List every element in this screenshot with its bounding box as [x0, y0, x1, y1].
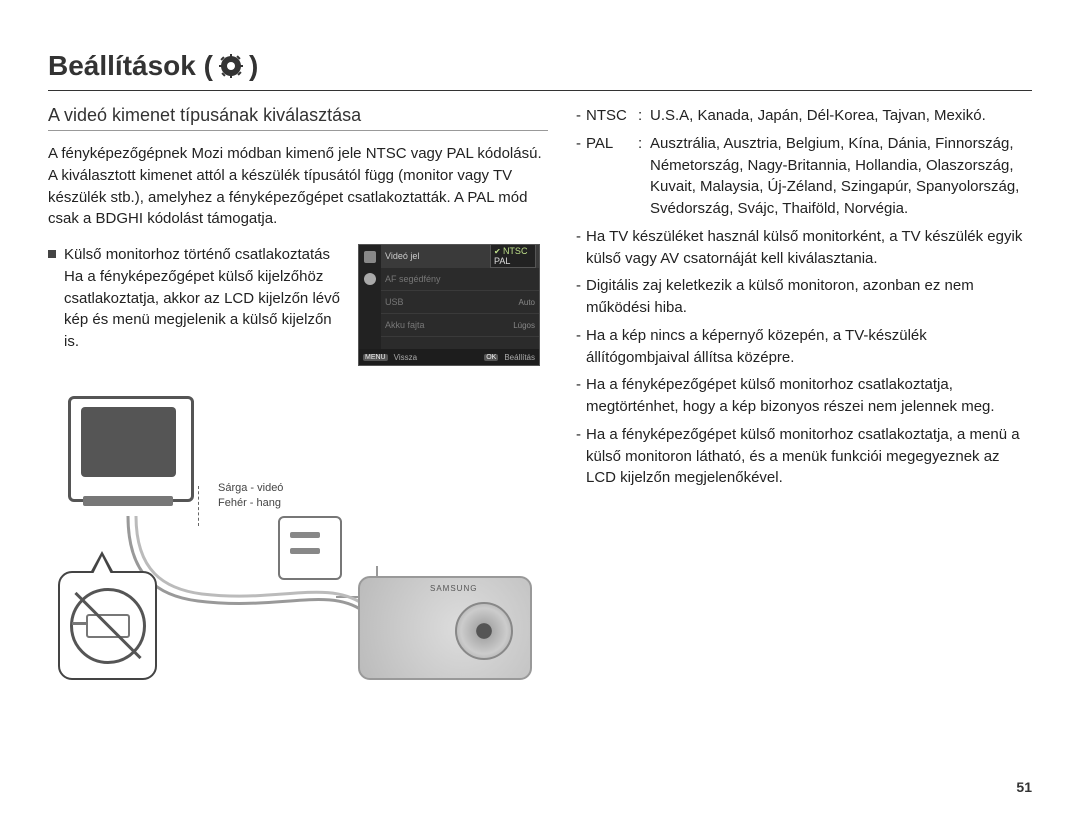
info-bullet: - Ha a fényképezőgépet külső monitorhoz …: [576, 374, 1032, 418]
page-title-prefix: Beállítások (: [48, 50, 213, 82]
title-rule: [48, 90, 1032, 91]
page-title: Beállítások ( ): [48, 50, 1032, 88]
camera-menu-rows: Videó jel NTSC PAL AF segédfény: [381, 245, 539, 349]
bullet-body: Ha a fényképezőgépet külső kijelzőhöz cs…: [64, 268, 340, 350]
page-title-suffix: ): [249, 50, 258, 82]
connection-illustration: Sárga - videó Fehér - hang SAMSUNG: [48, 386, 548, 706]
def-key: PAL: [586, 133, 638, 155]
menu-row-battery[interactable]: Akku fajta Lúgos: [381, 314, 539, 337]
menu-option-ntsc[interactable]: NTSC: [494, 246, 527, 256]
menu-option-pal[interactable]: PAL: [494, 256, 510, 266]
info-bullet: - Ha TV készüléket használ külső monitor…: [576, 226, 1032, 270]
crt-tv-icon: [68, 396, 194, 502]
bullet-block: Külső monitorhoz történő csatlakoztatás …: [48, 244, 548, 366]
def-row-ntsc: - NTSC : U.S.A, Kanada, Japán, Dél-Korea…: [576, 105, 1032, 127]
menu-back-label: Vissza: [394, 353, 417, 362]
dash-icon: -: [576, 226, 586, 248]
bullet-title: Külső monitorhoz történő csatlakoztatás: [64, 246, 330, 263]
bullet-text: Külső monitorhoz történő csatlakoztatás …: [64, 244, 344, 353]
menu-row-value: Lúgos: [513, 321, 535, 330]
menu-ok-label: Beállítás: [504, 353, 535, 362]
crt-tv-base: [83, 496, 173, 506]
info-text: Ha a fényképezőgépet külső monitorhoz cs…: [586, 424, 1032, 489]
wall-plug-icon: [86, 614, 130, 638]
settings-gear-icon: [364, 273, 376, 285]
camera-icon: SAMSUNG: [358, 576, 532, 680]
def-sep: :: [638, 133, 650, 155]
def-key: NTSC: [586, 105, 638, 127]
camera-lens-icon: [455, 602, 513, 660]
cable-path: [118, 516, 378, 646]
dash-icon: -: [576, 105, 586, 127]
display-icon: [364, 251, 376, 263]
camera-menu-screenshot: Videó jel NTSC PAL AF segédfény: [358, 244, 540, 366]
camera-brand-label: SAMSUNG: [430, 584, 477, 593]
section-subtitle: A videó kimenet típusának kiválasztása: [48, 105, 548, 131]
info-text: Ha TV készüléket használ külső monitorké…: [586, 226, 1032, 270]
dash-icon: -: [576, 275, 586, 297]
camera-menu-sidebar: [359, 245, 381, 349]
dash-icon: -: [576, 133, 586, 155]
info-bullet: - Ha a kép nincs a képernyő közepén, a T…: [576, 325, 1032, 369]
square-bullet-icon: [48, 250, 56, 258]
intro-paragraph: A fényképezőgépnek Mozi módban kimenő je…: [48, 143, 548, 230]
def-val: U.S.A, Kanada, Japán, Dél-Korea, Tajvan,…: [650, 105, 1032, 127]
menu-row-label: Videó jel: [385, 251, 419, 261]
info-text: Ha a fényképezőgépet külső monitorhoz cs…: [586, 374, 1032, 418]
dash-icon: -: [576, 424, 586, 446]
left-column: A videó kimenet típusának kiválasztása A…: [48, 105, 548, 706]
camera-menu-footer: MENU Vissza OK Beállítás: [359, 349, 539, 365]
prohibited-icon: [70, 588, 146, 664]
menu-key-back: MENU: [363, 354, 388, 361]
gear-icon: [219, 54, 243, 78]
dash-icon: -: [576, 325, 586, 347]
cable-color-note: Sárga - videó Fehér - hang: [218, 481, 283, 512]
page-number: 51: [1016, 779, 1032, 795]
menu-key-ok: OK: [484, 354, 498, 361]
info-text: Digitális zaj keletkezik a külső monitor…: [586, 275, 1032, 319]
menu-row-video-signal[interactable]: Videó jel NTSC PAL: [381, 245, 539, 268]
menu-row-label: AF segédfény: [385, 274, 441, 284]
def-val: Ausztrália, Ausztria, Belgium, Kína, Dán…: [650, 133, 1032, 220]
info-bullet: - Ha a fényképezőgépet külső monitorhoz …: [576, 424, 1032, 489]
info-text: Ha a kép nincs a képernyő közepén, a TV-…: [586, 325, 1032, 369]
right-column: - NTSC : U.S.A, Kanada, Japán, Dél-Korea…: [576, 105, 1032, 706]
note-yellow: Sárga - videó: [218, 482, 283, 494]
note-white: Fehér - hang: [218, 497, 281, 509]
menu-row-value: Auto: [519, 298, 535, 307]
menu-row-label: Akku fajta: [385, 320, 425, 330]
page-root: Beállítások ( ) A videó kimenet típusána…: [0, 0, 1080, 815]
dash-icon: -: [576, 374, 586, 396]
menu-row-label: USB: [385, 297, 404, 307]
menu-row-af-light[interactable]: AF segédfény: [381, 268, 539, 291]
menu-row-usb[interactable]: USB Auto: [381, 291, 539, 314]
warning-bubble: [58, 571, 157, 680]
info-bullet: - Digitális zaj keletkezik a külső monit…: [576, 275, 1032, 319]
def-row-pal: - PAL : Ausztrália, Ausztria, Belgium, K…: [576, 133, 1032, 220]
def-sep: :: [638, 105, 650, 127]
